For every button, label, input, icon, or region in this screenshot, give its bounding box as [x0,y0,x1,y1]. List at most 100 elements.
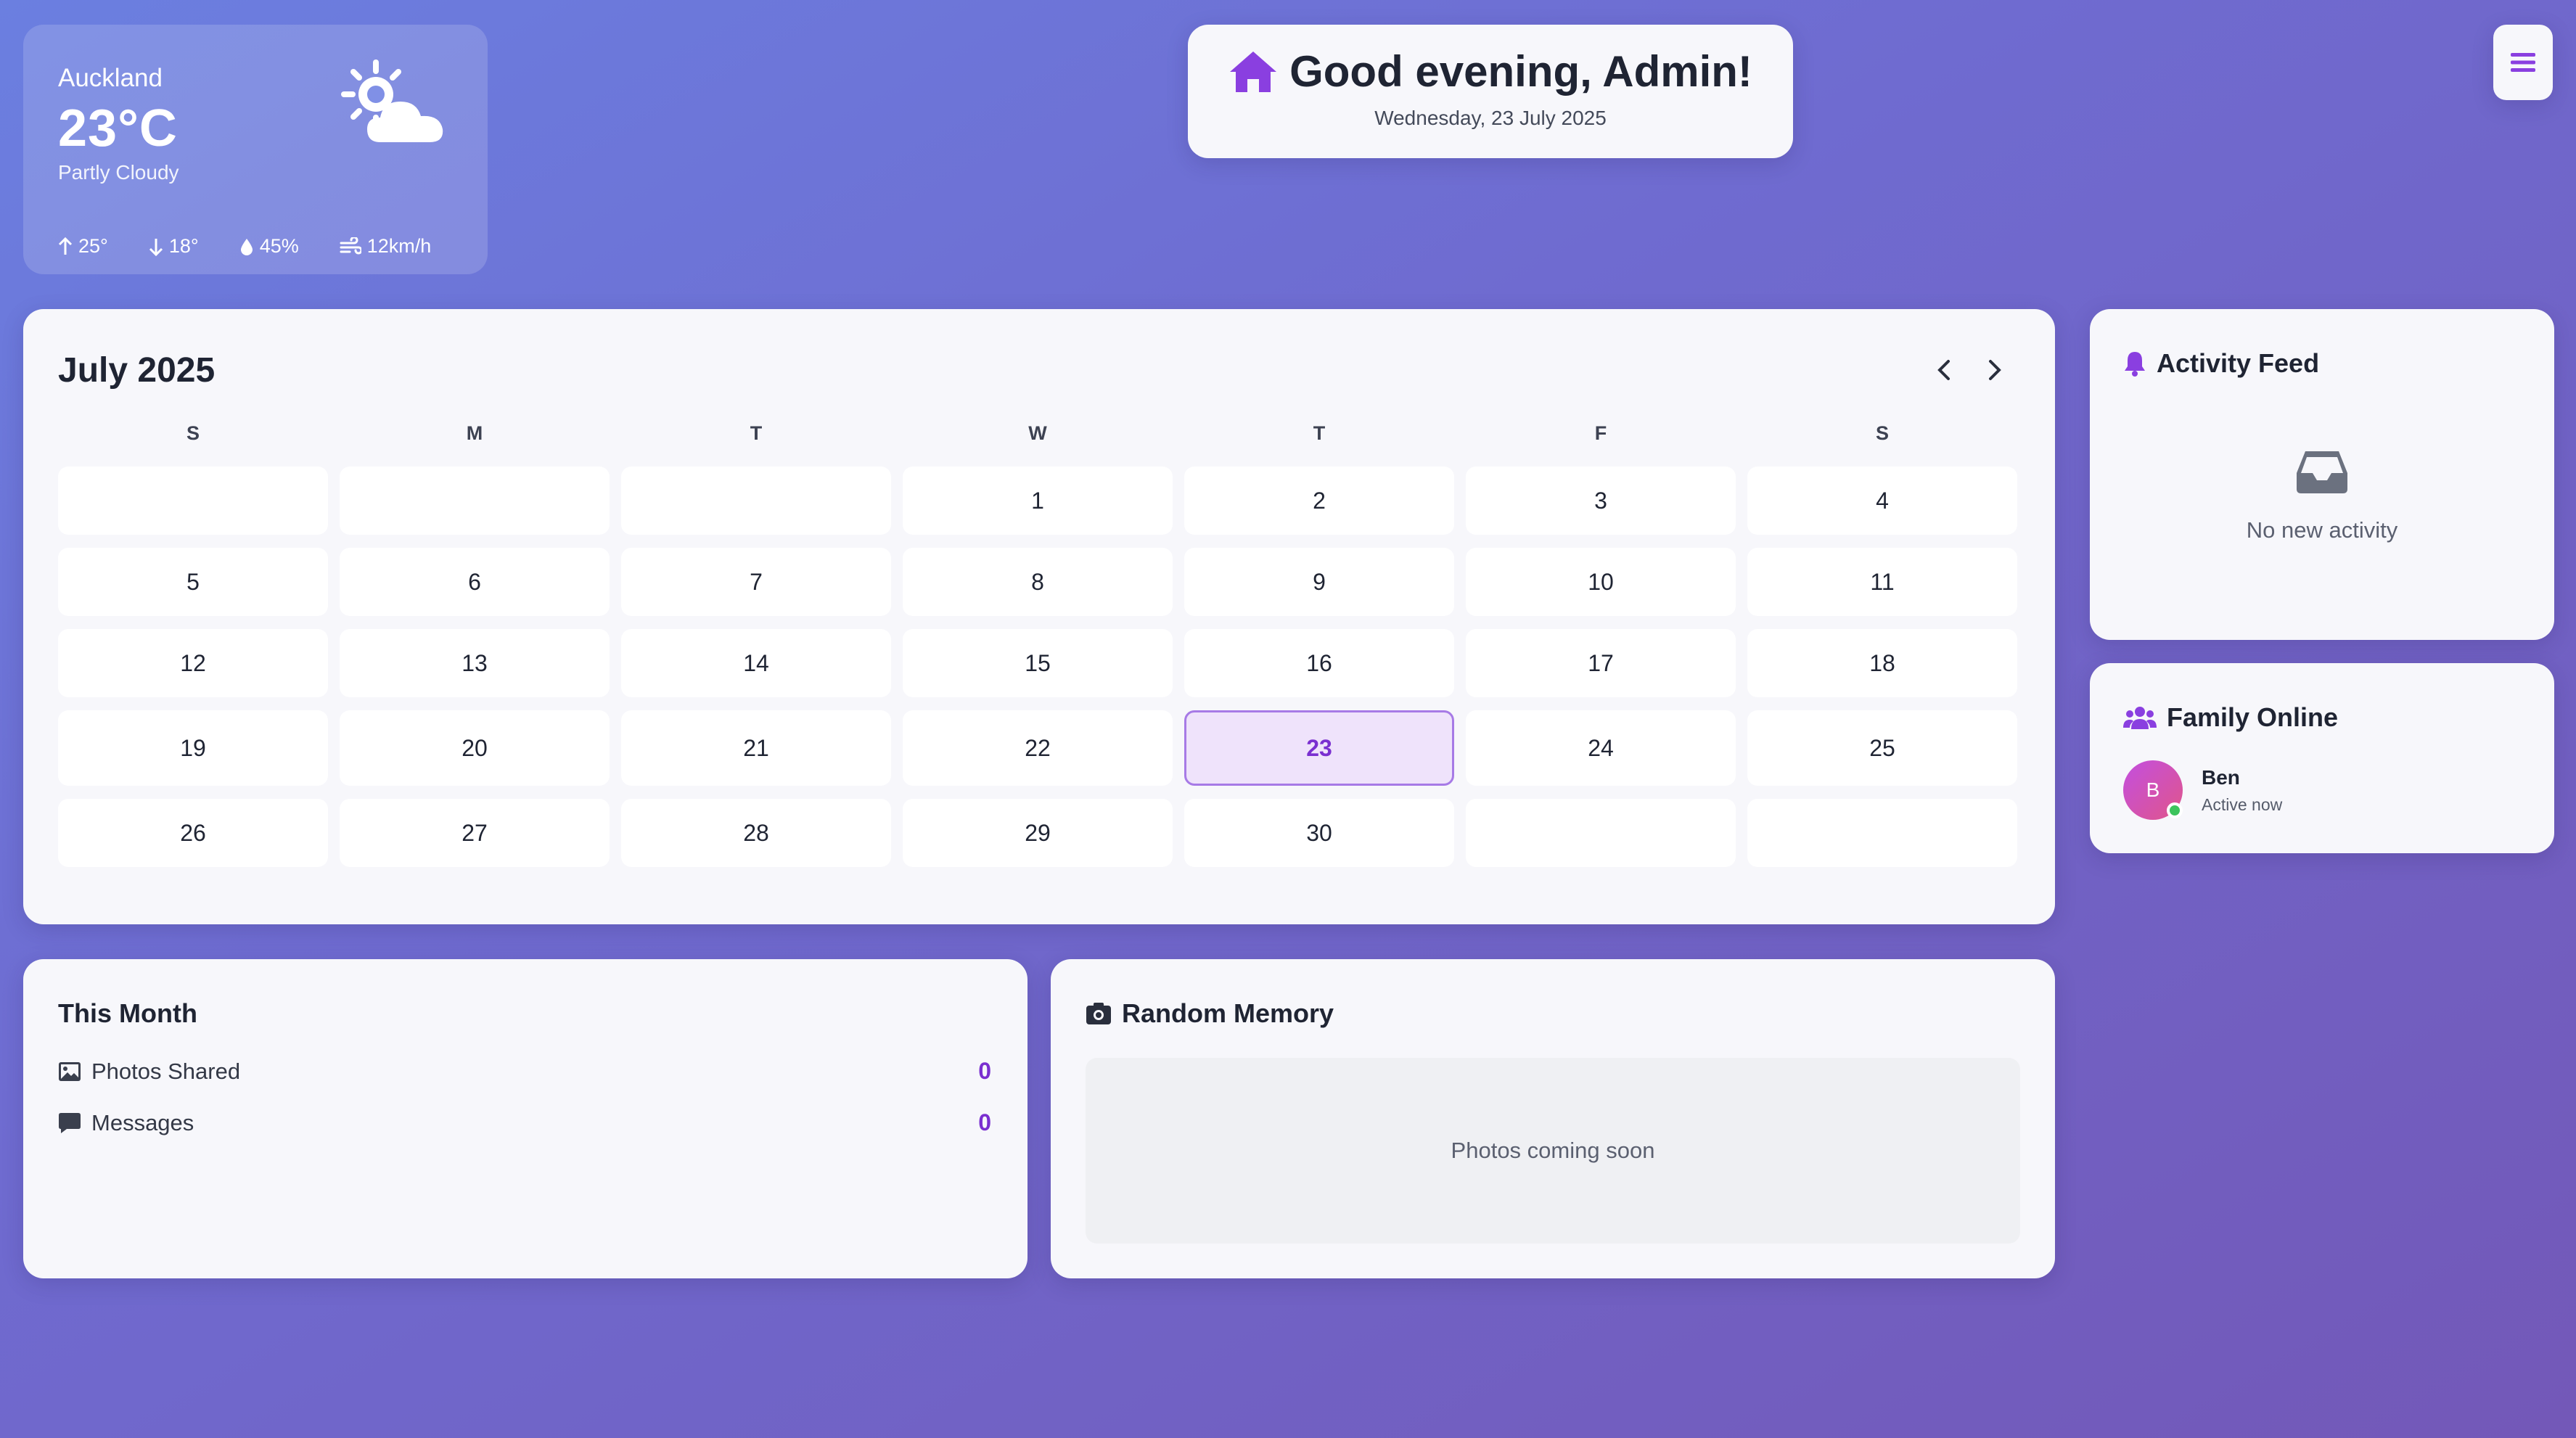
this-month-card: This Month Photos Shared 0 Messages 0 [23,959,1027,1278]
greeting-date: Wednesday, 23 July 2025 [1374,107,1607,129]
stat-label-text: Photos Shared [91,1058,241,1084]
family-online-title-text: Family Online [2167,702,2339,732]
online-status-dot [2167,802,2183,818]
this-month-title: This Month [58,998,197,1028]
calendar-day[interactable]: 8 [903,548,1173,616]
stat-label: Photos Shared [58,1059,240,1085]
calendar-title: July 2025 [58,350,216,390]
menu-button[interactable] [2493,25,2553,100]
calendar-weekdays: S M T W T F S [58,422,2020,445]
calendar-grid: 1 2 3 4 5 6 7 8 9 10 11 12 13 14 15 16 17 18 19 20 21 22 23 24 2… [58,467,2020,867]
calendar-day[interactable]: 30 [1184,799,1454,867]
calendar-day[interactable]: 10 [1466,548,1736,616]
calendar-nav [1919,347,2020,393]
activity-feed-title-text: Activity Feed [2157,348,2320,378]
weather-high-value: 25° [78,235,108,257]
member-status: Active now [2202,794,2283,814]
weekday-label: S [186,422,200,444]
stat-value: 0 [978,1109,991,1135]
stat-value: 0 [978,1058,991,1084]
calendar-day-today[interactable]: 23 [1184,710,1454,786]
calendar-day[interactable]: 3 [1466,467,1736,535]
calendar-day[interactable]: 6 [340,548,610,616]
random-memory-title: Random Memory [1086,998,2020,1029]
greeting-text: Good evening, Admin! [1289,47,1752,96]
calendar-day[interactable]: 5 [58,548,328,616]
droplet-icon [240,238,253,255]
weather-wind-value: 12km/h [366,235,432,257]
weather-condition: Partly Cloudy [58,161,179,184]
previous-month-button[interactable] [1919,347,1969,393]
calendar-day[interactable]: 22 [903,710,1173,786]
image-icon [59,1061,81,1081]
weather-stats: 25° 18° 45% 12km/h [58,235,431,258]
calendar-day[interactable]: 13 [340,629,610,697]
weather-humidity-value: 45% [259,235,299,257]
calendar-day[interactable]: 21 [621,710,891,786]
greeting-card: Good evening, Admin! Wednesday, 23 July … [1188,25,1793,158]
weekday-label: M [466,422,483,444]
calendar-day[interactable]: 25 [1747,710,2017,786]
calendar-day[interactable]: 11 [1747,548,2017,616]
calendar-day[interactable]: 15 [903,629,1173,697]
activity-empty-state: No new activity [2123,448,2521,543]
arrow-up-icon [58,237,73,255]
stat-label-text: Messages [91,1109,194,1135]
weather-humidity: 45% [239,235,299,258]
calendar-day[interactable]: 1 [903,467,1173,535]
random-memory-title-text: Random Memory [1122,998,1334,1028]
weather-high: 25° [58,235,108,258]
calendar-day[interactable]: 9 [1184,548,1454,616]
weekday-label: T [750,422,763,444]
arrow-down-icon [149,238,163,256]
weather-low: 18° [149,235,199,258]
weekday-label: T [1313,422,1326,444]
next-month-button[interactable] [1969,347,2020,393]
hamburger-menu-icon [2511,53,2535,72]
calendar-day[interactable]: 12 [58,629,328,697]
stat-label: Messages [58,1110,194,1136]
weather-wind: 12km/h [340,235,432,258]
camera-icon [1086,1003,1111,1024]
calendar-day[interactable]: 19 [58,710,328,786]
inbox-icon [2297,451,2347,493]
avatar-initial: B [2146,778,2160,801]
wind-icon [340,237,361,254]
calendar-day[interactable]: 27 [340,799,610,867]
calendar-empty-cell [1747,799,2017,867]
activity-feed-title: Activity Feed [2123,348,2521,379]
calendar-empty-cell [340,467,610,535]
users-icon [2123,707,2157,729]
calendar-day[interactable]: 17 [1466,629,1736,697]
weekday-label: S [1875,422,1889,444]
calendar-day[interactable]: 18 [1747,629,2017,697]
calendar-day[interactable]: 29 [903,799,1173,867]
chevron-left-icon [1937,360,1950,380]
chevron-right-icon [1989,360,2001,380]
calendar-day[interactable]: 2 [1184,467,1454,535]
calendar-day[interactable]: 16 [1184,629,1454,697]
calendar-day[interactable]: 24 [1466,710,1736,786]
greeting-title: Good evening, Admin! [1188,46,1793,96]
sun-cloud-icon [338,57,454,155]
home-icon [1230,51,1277,92]
calendar-empty-cell [58,467,328,535]
calendar-day[interactable]: 14 [621,629,891,697]
weekday-label: W [1028,422,1047,444]
member-name: Ben [2202,765,2240,789]
calendar-day[interactable]: 20 [340,710,610,786]
bell-icon [2125,352,2145,377]
activity-feed-card: Activity Feed No new activity [2090,309,2554,640]
avatar: B [2123,760,2183,820]
calendar-day[interactable]: 7 [621,548,891,616]
member-info: Ben Active now [2202,766,2282,815]
family-member[interactable]: B Ben Active now [2123,760,2521,820]
calendar-day[interactable]: 4 [1747,467,2017,535]
calendar-day[interactable]: 28 [621,799,891,867]
message-icon [59,1112,81,1133]
weather-low-value: 18° [168,235,199,257]
activity-empty-text: No new activity [2246,517,2398,543]
calendar-card: July 2025 S M T W T F S 1 2 3 4 5 6 7 8 9 10 11 12 1… [23,309,2055,924]
family-online-card: Family Online B Ben Active now [2090,663,2554,853]
calendar-day[interactable]: 26 [58,799,328,867]
